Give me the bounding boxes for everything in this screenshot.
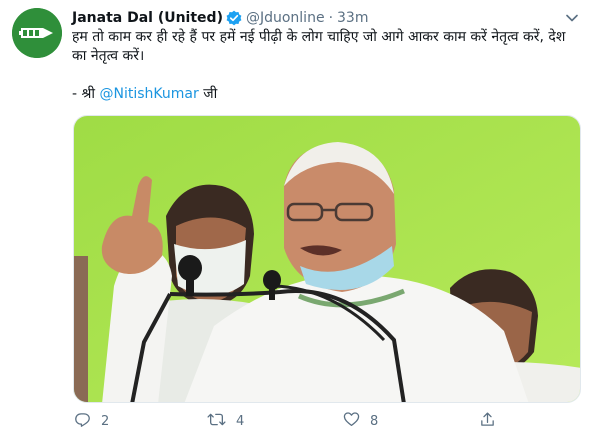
tweet-credit: - श्री @NitishKumar जी xyxy=(72,85,572,104)
jdu-logo xyxy=(12,8,62,58)
tweet-header: Janata Dal (United) @Jduonline · 33m xyxy=(72,8,368,28)
retweet-count: 4 xyxy=(236,413,245,429)
share-icon xyxy=(479,411,496,432)
tweet-body: हम तो काम कर ही रहे हैं पर हमें नई पीढ़ी… xyxy=(72,29,566,64)
like-count: 8 xyxy=(370,413,379,429)
account-handle[interactable]: @Jduonline xyxy=(246,10,325,26)
retweet-icon xyxy=(207,411,226,432)
tweet-photo[interactable] xyxy=(73,115,581,403)
account-name[interactable]: Janata Dal (United) xyxy=(72,10,223,26)
reply-icon xyxy=(74,411,91,432)
avatar[interactable] xyxy=(12,8,62,58)
retweet-button[interactable]: 4 xyxy=(207,410,244,432)
tweet-card[interactable]: Janata Dal (United) @Jduonline · 33m हम … xyxy=(0,0,590,432)
like-icon xyxy=(343,411,360,431)
header-separator: · xyxy=(328,10,334,26)
mention-link[interactable]: @NitishKumar xyxy=(100,86,199,102)
share-button[interactable] xyxy=(479,410,496,432)
like-button[interactable]: 8 xyxy=(343,410,378,432)
chevron-down-icon[interactable] xyxy=(564,10,580,26)
reply-count: 2 xyxy=(101,413,110,429)
tweet-timestamp[interactable]: 33m xyxy=(337,10,368,26)
reply-button[interactable]: 2 xyxy=(74,410,109,432)
tweet-text: हम तो काम कर ही रहे हैं पर हमें नई पीढ़ी… xyxy=(72,28,572,104)
verified-icon xyxy=(226,10,242,26)
credit-prefix: - श्री xyxy=(72,86,100,102)
tweet-actions: 2 4 8 xyxy=(72,410,512,432)
credit-suffix: जी xyxy=(198,86,218,102)
